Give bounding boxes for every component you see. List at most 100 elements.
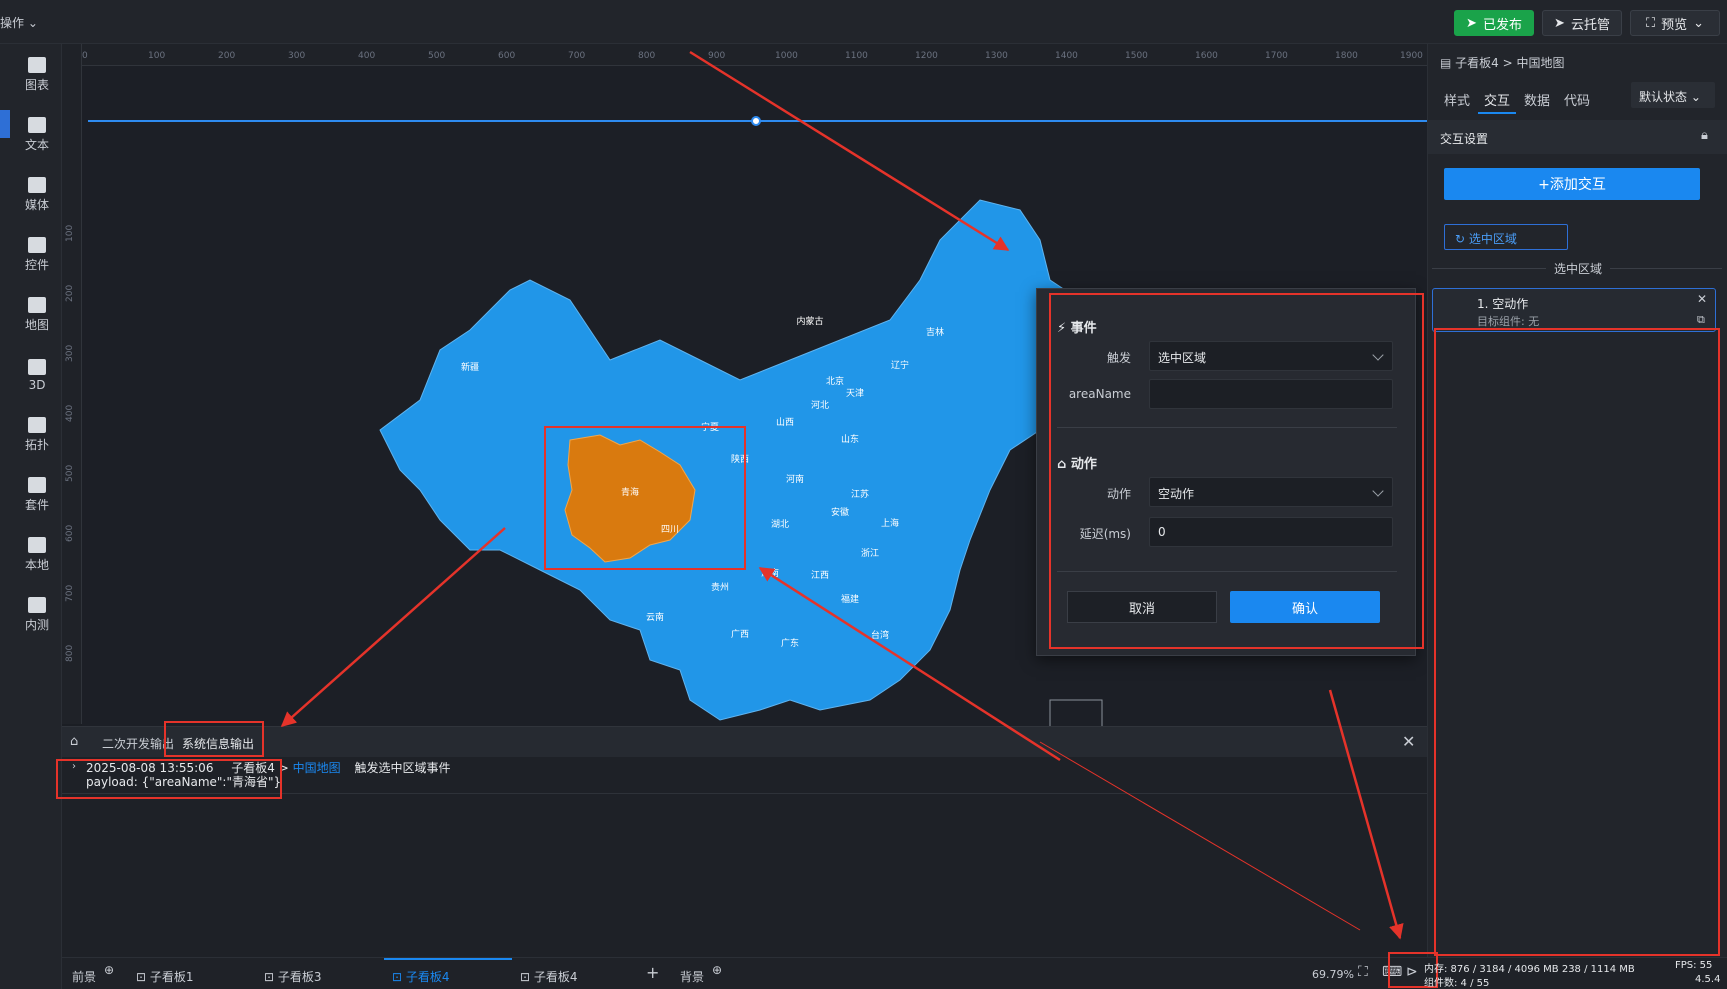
sidebar-item-kit[interactable]: 套件: [12, 470, 62, 520]
ruler-tick: 700: [568, 51, 586, 61]
ruler-tick: 300: [288, 51, 306, 61]
ruler-tick: 300: [65, 344, 75, 362]
tab-board3[interactable]: ⊡ 子看板3: [264, 968, 322, 985]
ruler-tick: 800: [638, 51, 656, 61]
province-label: 山西: [776, 417, 794, 428]
sidebar-active-marker: [0, 110, 10, 138]
province-label: 天津: [846, 388, 864, 399]
state-select[interactable]: 默认状态 ⌄: [1631, 82, 1715, 108]
lock-icon[interactable]: 🔒︎: [1701, 128, 1708, 143]
province-label: 新疆: [461, 361, 479, 373]
tab-interaction[interactable]: 交互: [1484, 90, 1510, 109]
breadcrumb: ▤ 子看板4 > 中国地图: [1440, 54, 1565, 71]
fit-screen-icon[interactable]: ⛶: [1358, 964, 1368, 980]
sidebar-item-topology[interactable]: 拓扑: [12, 410, 62, 460]
tab-data[interactable]: 数据: [1524, 90, 1550, 109]
sidebar-item-map[interactable]: 地图: [12, 290, 62, 340]
province-label: 湖南: [761, 567, 779, 579]
add-icon[interactable]: ⊕: [712, 963, 722, 977]
puzzle-icon: [28, 537, 46, 553]
ruler-tick: 1000: [775, 51, 798, 61]
publish-button[interactable]: ➤ 已发布: [1454, 10, 1534, 36]
breadcrumb-parent[interactable]: 子看板4: [1455, 56, 1499, 70]
control-icon: [28, 237, 46, 253]
resize-handle[interactable]: [751, 116, 761, 126]
ruler-tick: 400: [65, 404, 75, 422]
sidebar-item-chart[interactable]: 图表: [12, 50, 62, 100]
media-icon: [28, 177, 46, 193]
sidebar-item-text[interactable]: 文本: [12, 110, 62, 160]
province-label: 福建: [841, 593, 859, 605]
ruler-tick: 1800: [1335, 51, 1358, 61]
ruler-tick: 900: [708, 51, 726, 61]
version-label: 4.5.4: [1695, 974, 1721, 985]
province-label: 山东: [841, 433, 859, 445]
ruler-tick: 1700: [1265, 51, 1288, 61]
action-item-sub: 目标组件: 无: [1477, 315, 1540, 328]
zoom-level[interactable]: 69.79%: [1312, 968, 1354, 981]
cloud-host-button[interactable]: ➤ 云托管: [1542, 10, 1622, 36]
tab-board4[interactable]: ⊡ 子看板4: [520, 968, 578, 985]
bar-chart-icon: [28, 57, 46, 73]
console-header: ⌂ 二次开发输出 系统信息输出 ✕: [62, 721, 1427, 757]
basket-icon: ⌂: [70, 734, 79, 749]
ruler-tick: 1100: [845, 51, 868, 61]
sidebar-item-media[interactable]: 媒体: [12, 170, 62, 220]
chevron-down-icon: ⌄: [1690, 90, 1701, 104]
tab-foreground[interactable]: 前景: [72, 968, 96, 985]
fps-readout: FPS: 55: [1675, 960, 1713, 971]
send-icon: ➤: [1554, 15, 1565, 31]
plus-icon[interactable]: +: [646, 963, 659, 982]
province-label: 吉林: [926, 326, 944, 338]
active-tab-indicator: [1478, 112, 1516, 114]
ruler-tick: 100: [65, 224, 75, 242]
ruler-left: 100 200 300 400 500 600 700 800: [62, 44, 82, 724]
chevron-down-icon: ⌄: [1693, 15, 1705, 31]
send-icon: ➤: [1466, 15, 1477, 31]
close-icon[interactable]: ✕: [1402, 732, 1415, 751]
tab-style[interactable]: 样式: [1444, 90, 1470, 109]
sidebar-item-beta[interactable]: 内测: [12, 590, 62, 640]
ruler-tick: 1400: [1055, 51, 1078, 61]
interaction-chip[interactable]: ↻ 选中区域: [1444, 224, 1568, 250]
province-label: 浙江: [861, 547, 879, 559]
action-item[interactable]: 1. 空动作 目标组件: 无 ✕ ⧉: [1432, 288, 1716, 332]
ruler-tick: 100: [148, 51, 166, 61]
ruler-tick: 200: [218, 51, 236, 61]
topology-icon: [28, 417, 46, 433]
sidebar-item-local[interactable]: 本地: [12, 530, 62, 580]
ruler-tick: 500: [65, 464, 75, 482]
map-icon: [28, 297, 46, 313]
preview-button[interactable]: ⛶ 预览 ⌄: [1630, 10, 1720, 36]
annotation-tab-box: [164, 721, 264, 757]
bottom-tabbar: 前景 ⊕ ⊡ 子看板1 ⊡ 子看板3 ⊡ 子看板4 ⊡ 子看板4 + 背景 ⊕ …: [62, 952, 1727, 989]
ops-menu[interactable]: 操作 ⌄: [0, 14, 38, 31]
log-event: 触发选中区域事件: [354, 761, 451, 775]
ruler-tick: 1500: [1125, 51, 1148, 61]
add-interaction-button[interactable]: +添加交互: [1444, 168, 1700, 200]
ruler-tick: 400: [358, 51, 376, 61]
add-icon[interactable]: ⊕: [104, 963, 114, 977]
ruler-tick: 500: [428, 51, 446, 61]
province-label: 云南: [646, 611, 664, 623]
province-label: 河南: [786, 473, 804, 485]
close-icon[interactable]: ✕: [1697, 292, 1707, 306]
tab-board4-active[interactable]: ⊡ 子看板4: [392, 968, 450, 985]
ruler-tick: 1300: [985, 51, 1008, 61]
province-label: 贵州: [711, 581, 729, 593]
tab-code[interactable]: 代码: [1564, 90, 1590, 109]
ruler-tick: 0: [82, 51, 88, 61]
tab-board1[interactable]: ⊡ 子看板1: [136, 968, 194, 985]
shirt-icon: [28, 477, 46, 493]
province-label: 辽宁: [891, 359, 909, 371]
tab-background[interactable]: 背景: [680, 968, 704, 985]
ruler-tick: 1200: [915, 51, 938, 61]
sidebar-item-3d[interactable]: 3D: [12, 350, 62, 400]
sidebar-item-control[interactable]: 控件: [12, 230, 62, 280]
ruler-top: 0 100 200 300 400 500 600 700 800 900 10…: [82, 44, 1427, 66]
section-title: 交互设置: [1440, 132, 1489, 146]
log-component[interactable]: 中国地图: [293, 761, 341, 775]
component-sidebar: 图表 文本 媒体 控件 地图 3D 拓扑 套件 本地 内测: [0, 44, 62, 989]
copy-icon[interactable]: ⧉: [1697, 313, 1705, 327]
ruler-tick: 700: [65, 584, 75, 602]
